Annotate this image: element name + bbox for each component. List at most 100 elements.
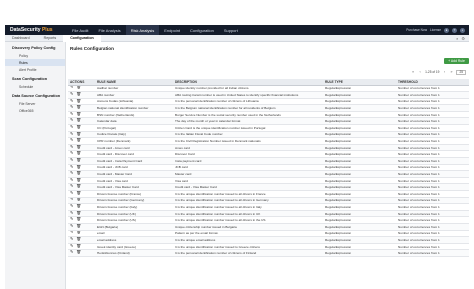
delete-icon[interactable]: 🗑 bbox=[76, 158, 81, 163]
delete-icon[interactable]: 🗑 bbox=[76, 231, 81, 235]
table-row[interactable]: ✎ 🗑 email Pattern as per the email format. R… bbox=[68, 230, 469, 238]
delete-icon[interactable]: 🗑 bbox=[76, 99, 81, 104]
table-row[interactable]: ✎ 🗑 Credit card - Insta Payment Card Insta … bbox=[68, 157, 469, 165]
subnav-dashboard[interactable]: Dashboard bbox=[5, 35, 37, 42]
edit-icon[interactable]: ✎ bbox=[70, 224, 73, 229]
table-row[interactable]: ✎ 🗑 Credit card - JCB card JCB card RegularE… bbox=[68, 164, 469, 172]
edit-icon[interactable]: ✎ bbox=[70, 244, 73, 249]
table-row[interactable]: ✎ 🗑 CPR number (Denmark) It is the Civil Re… bbox=[68, 137, 469, 145]
delete-icon[interactable]: 🗑 bbox=[76, 178, 81, 183]
add-rule-button[interactable]: + Add Rule bbox=[444, 58, 469, 64]
delete-icon[interactable]: 🗑 bbox=[76, 244, 81, 249]
edit-icon[interactable]: ✎ bbox=[70, 132, 73, 137]
delete-icon[interactable]: 🗑 bbox=[76, 112, 81, 117]
delete-icon[interactable]: 🗑 bbox=[76, 184, 81, 189]
delete-icon[interactable]: 🗑 bbox=[76, 119, 81, 123]
per-page-select[interactable]: 25 bbox=[456, 70, 466, 75]
edit-icon[interactable]: ✎ bbox=[70, 237, 73, 242]
delete-icon[interactable]: 🗑 bbox=[76, 105, 81, 110]
table-row[interactable]: ✎ 🗑 Calendar data The day of the month or y… bbox=[68, 117, 469, 126]
edit-icon[interactable]: ✎ bbox=[70, 178, 73, 183]
sidebar-item-rules[interactable]: Rules bbox=[5, 59, 65, 66]
delete-icon[interactable]: 🗑 bbox=[76, 145, 81, 150]
nav-file-audit[interactable]: File Audit bbox=[67, 25, 93, 35]
table-row[interactable]: ✎ 🗑 email address It is the unique email ad… bbox=[68, 236, 469, 244]
subnav-reports[interactable]: Reports bbox=[37, 35, 64, 42]
notification-icon[interactable]: ● bbox=[444, 27, 449, 33]
delete-icon[interactable]: 🗑 bbox=[76, 237, 81, 242]
delete-icon[interactable]: 🗑 bbox=[76, 92, 81, 97]
edit-icon[interactable]: ✎ bbox=[70, 119, 73, 123]
edit-icon[interactable]: ✎ bbox=[70, 204, 73, 209]
user-icon[interactable]: ◐ bbox=[460, 27, 465, 33]
edit-icon[interactable]: ✎ bbox=[70, 92, 73, 97]
first-page-icon[interactable]: « bbox=[411, 70, 415, 74]
table-row[interactable]: ✎ 🗑 Credit card - Discover card Discover Ca… bbox=[68, 150, 469, 159]
table-row[interactable]: ✎ 🗑 ABA number ABA routing transit number i… bbox=[68, 91, 469, 99]
table-row[interactable]: ✎ 🗑 Drivers license number (UK) It is the u… bbox=[68, 210, 469, 218]
delete-icon[interactable]: 🗑 bbox=[76, 86, 81, 90]
delete-icon[interactable]: 🗑 bbox=[76, 204, 81, 209]
edit-icon[interactable]: ✎ bbox=[70, 99, 73, 104]
edit-icon[interactable]: ✎ bbox=[70, 217, 73, 222]
subnav-configuration[interactable]: Configuration bbox=[63, 34, 101, 42]
search-icon[interactable]: ⌕ bbox=[456, 36, 458, 41]
nav-configuration[interactable]: Configuration bbox=[185, 25, 219, 35]
edit-icon[interactable]: ✎ bbox=[70, 171, 73, 176]
sidebar-item-policy[interactable]: Policy bbox=[5, 52, 65, 59]
sidebar-item-alert-profile[interactable]: Alert Profile bbox=[5, 66, 65, 73]
brand-logo[interactable]: DataSecurity Plus bbox=[10, 27, 67, 33]
next-page-icon[interactable]: › bbox=[442, 70, 446, 74]
edit-icon[interactable]: ✎ bbox=[70, 125, 73, 130]
delete-icon[interactable]: 🗑 bbox=[76, 198, 81, 202]
sidebar-group-discovery[interactable]: Discovery Policy Config bbox=[5, 42, 65, 52]
delete-icon[interactable]: 🗑 bbox=[76, 224, 81, 229]
table-row[interactable]: ✎ 🗑 Credit card - Amex card Amex card Regula… bbox=[68, 144, 469, 152]
table-row[interactable]: ✎ 🗑 Drivers license number (Germany) It is … bbox=[68, 197, 469, 205]
edit-icon[interactable]: ✎ bbox=[70, 191, 73, 196]
table-row[interactable]: ✎ 🗑 Drivers license number (France) It is t… bbox=[68, 190, 469, 198]
table-row[interactable]: ✎ 🗑 BSN number (Netherlands) Burger Service… bbox=[68, 111, 469, 119]
edit-icon[interactable]: ✎ bbox=[70, 86, 73, 90]
edit-icon[interactable]: ✎ bbox=[70, 184, 73, 189]
edit-icon[interactable]: ✎ bbox=[70, 231, 73, 235]
table-row[interactable]: ✎ 🗑 Greek identity card (Greece) It is the … bbox=[68, 243, 469, 251]
delete-icon[interactable]: 🗑 bbox=[76, 250, 81, 255]
edit-icon[interactable]: ✎ bbox=[70, 145, 73, 150]
delete-icon[interactable]: 🗑 bbox=[76, 132, 81, 137]
nav-file-analysis[interactable]: File Analysis bbox=[93, 25, 125, 35]
table-row[interactable]: ✎ 🗑 Codice Fiscale (Italy) It is the Italia… bbox=[68, 131, 469, 139]
nav-risk-analysis[interactable]: Risk Analysis bbox=[125, 25, 160, 35]
table-row[interactable]: ✎ 🗑 CC (Portugal) Citizen Card is the uniqu… bbox=[68, 124, 469, 132]
sidebar-group-data-source[interactable]: Data Source Configuration bbox=[5, 90, 65, 100]
sidebar-item-office365[interactable]: Office365 bbox=[5, 107, 65, 114]
delete-icon[interactable]: 🗑 bbox=[76, 125, 81, 130]
nav-endpoint[interactable]: Endpoint bbox=[159, 25, 185, 35]
table-row[interactable]: ✎ 🗑 Drivers license number (US) It is the u… bbox=[68, 216, 469, 224]
prev-page-icon[interactable]: ‹ bbox=[418, 70, 422, 74]
delete-icon[interactable]: 🗑 bbox=[76, 171, 81, 176]
edit-icon[interactable]: ✎ bbox=[70, 112, 73, 117]
delete-icon[interactable]: 🗑 bbox=[76, 211, 81, 216]
table-row[interactable]: ✎ 🗑 Credit card - Visa card Visa card Regula… bbox=[68, 177, 469, 185]
edit-icon[interactable]: ✎ bbox=[70, 158, 73, 163]
table-row[interactable]: ✎ 🗑 Belgian national identification number… bbox=[68, 104, 469, 112]
sidebar-item-file-server[interactable]: File Server bbox=[5, 100, 65, 107]
table-row[interactable]: ✎ 🗑 Credit card - Visa Master Card Credit c… bbox=[68, 183, 469, 191]
help-icon[interactable]: ? bbox=[452, 27, 457, 33]
table-row[interactable]: ✎ 🗑 Credit card - Master Card Master card Re… bbox=[68, 170, 469, 178]
sidebar-item-schedule[interactable]: Schedule bbox=[5, 83, 65, 90]
table-row[interactable]: ✎ 🗑 Henkilötunnus (Finland) It is the perso… bbox=[68, 249, 469, 257]
purchase-link[interactable]: Purchase Now bbox=[406, 28, 427, 32]
edit-icon[interactable]: ✎ bbox=[70, 211, 73, 216]
table-row[interactable]: ✎ 🗑 Asmens Kodas (Lithuania) It is the pers… bbox=[68, 98, 469, 106]
delete-icon[interactable]: 🗑 bbox=[76, 165, 81, 170]
settings-icon[interactable]: ⚙ bbox=[461, 36, 465, 41]
table-row[interactable]: ✎ 🗑 Aadhar number Unique identity number pr… bbox=[68, 85, 469, 93]
last-page-icon[interactable]: » bbox=[449, 70, 453, 74]
delete-icon[interactable]: 🗑 bbox=[76, 217, 81, 222]
sidebar-group-scan[interactable]: Scan Configuration bbox=[5, 73, 65, 83]
edit-icon[interactable]: ✎ bbox=[70, 138, 73, 143]
edit-icon[interactable]: ✎ bbox=[70, 105, 73, 110]
nav-support[interactable]: Support bbox=[219, 25, 243, 35]
